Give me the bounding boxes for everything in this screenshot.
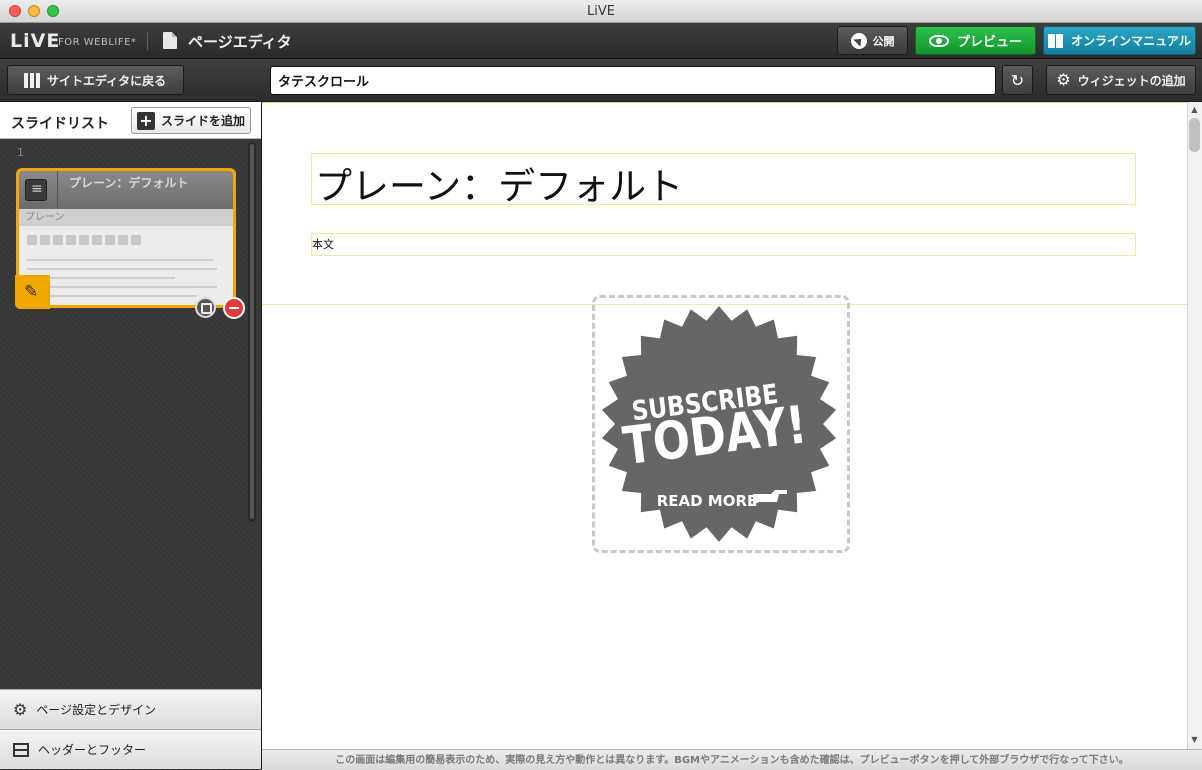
scroll-up-arrow-icon[interactable]: ▲ (1188, 103, 1201, 117)
online-manual-label: オンラインマニュアル (1071, 34, 1191, 48)
preview-button[interactable]: プレビュー (915, 26, 1036, 55)
pencil-icon: ✎ (24, 282, 39, 302)
header-footer-button[interactable]: ヘッダーとフッター (0, 729, 261, 769)
preview-label: プレビュー (956, 35, 1022, 50)
duplicate-slide-button[interactable] (195, 297, 216, 318)
document-icon (163, 32, 177, 49)
body-text-block[interactable]: 本文 (311, 233, 1136, 256)
heading-text: プレーン：デフォルト (315, 165, 684, 208)
slide-sidebar: スライドリスト + スライドを追加 1 プレーン：デフォルト プレーン ✎ ⚙ … (0, 102, 262, 770)
refresh-icon: ↻ (1010, 70, 1025, 90)
publish-button[interactable]: 公開 (837, 26, 908, 55)
canvas-scroll-thumb[interactable] (1189, 118, 1200, 152)
badge-line-3: READ MORE (657, 492, 758, 510)
zoom-window-button[interactable] (47, 5, 59, 17)
slide-thumbnail-line (27, 268, 217, 270)
publish-icon (850, 32, 867, 49)
page-title-input[interactable] (270, 66, 996, 95)
slide-menu-icon[interactable] (25, 179, 47, 201)
slide-thumbnail-title: プレーン：デフォルト (69, 176, 189, 190)
add-widget-button[interactable]: ⚙ ウィジェットの追加 (1046, 65, 1196, 95)
minimize-window-button[interactable] (28, 5, 40, 17)
page-settings-button[interactable]: ⚙ ページ設定とデザイン (0, 689, 261, 729)
plus-icon: + (137, 111, 155, 130)
book-icon (1048, 33, 1064, 48)
body-text: 本文 (312, 238, 334, 251)
close-window-button[interactable] (9, 5, 21, 17)
page-title: ページエディタ (188, 33, 292, 51)
add-slide-button[interactable]: + スライドを追加 (131, 107, 251, 134)
slide-thumbnail-header: プレーン：デフォルト (19, 171, 233, 209)
publish-label: 公開 (872, 34, 895, 48)
add-slide-label: スライドを追加 (161, 114, 246, 128)
slide-thumbnail-line (27, 259, 213, 261)
header-divider (147, 32, 148, 50)
refresh-button[interactable]: ↻ (1002, 65, 1033, 95)
window-controls (9, 5, 59, 17)
slide-thumbnail-subtitle: プレーン (19, 209, 233, 226)
slide-list-header: スライドリスト + スライドを追加 (0, 102, 261, 139)
slide-canvas: プレーン：デフォルト 本文 SUBSCRIBE TODAY! READ MORE (262, 102, 1187, 749)
subscribe-widget[interactable]: SUBSCRIBE TODAY! READ MORE (592, 295, 850, 553)
gear-icon: ⚙ (1056, 70, 1071, 89)
app-header: LiVE FOR WEBLIFE* ページエディタ 公開 プレビュー オンライン… (0, 23, 1202, 59)
window-title: LiVE (587, 3, 615, 19)
eye-icon (928, 34, 949, 47)
columns-icon (24, 72, 40, 88)
add-widget-label: ウィジェットの追加 (1077, 73, 1186, 88)
slide-thumbnail-placeholder (27, 235, 141, 245)
gear-icon: ⚙ (13, 700, 28, 719)
app-logo-subtitle: FOR WEBLIFE* (58, 37, 137, 48)
canvas-scrollbar[interactable] (1187, 102, 1202, 749)
delete-slide-button[interactable] (223, 297, 245, 319)
scroll-down-arrow-icon[interactable]: ▼ (1188, 733, 1201, 747)
back-to-site-editor-label: サイトエディタに戻る (47, 73, 167, 88)
header-footer-label: ヘッダーとフッター (38, 743, 147, 757)
slide-header-divider (57, 171, 58, 209)
heading-text-block[interactable]: プレーン：デフォルト (311, 153, 1136, 208)
slide-thumbnail-line (27, 286, 217, 288)
slide-number: 1 (17, 146, 24, 159)
app-logo: LiVE (10, 30, 61, 52)
slide-list-scroll-thumb[interactable] (250, 144, 254, 519)
online-manual-button[interactable]: オンラインマニュアル (1043, 26, 1196, 55)
editor-notice: この画面は編集用の簡易表示のため、実際の見え方や動作とは異なります。BGMやアニ… (262, 749, 1202, 770)
slide-thumbnail-line (27, 295, 197, 297)
header-footer-icon (13, 742, 29, 757)
back-to-site-editor-button[interactable]: サイトエディタに戻る (7, 65, 184, 95)
window-titlebar: LiVE (0, 0, 1202, 23)
subscribe-badge-image: SUBSCRIBE TODAY! READ MORE (601, 306, 837, 542)
page-settings-label: ページ設定とデザイン (36, 703, 157, 717)
slide-list-title: スライドリスト (11, 116, 109, 132)
